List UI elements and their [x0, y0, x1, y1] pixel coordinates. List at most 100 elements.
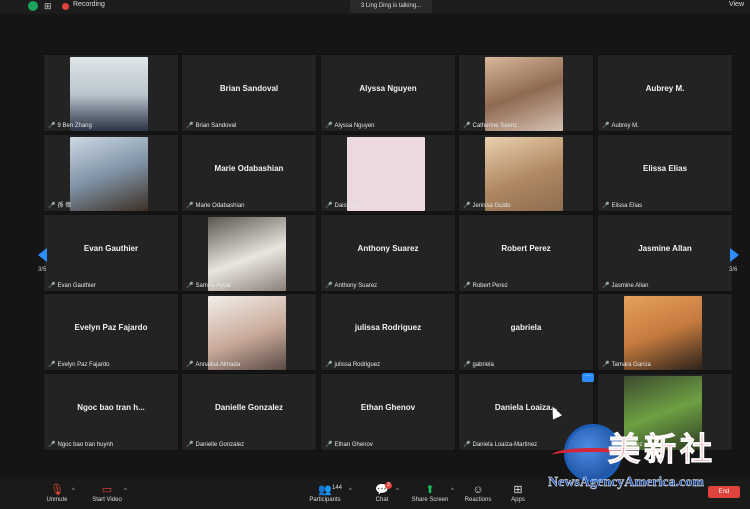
participant-tile[interactable]: Marie Odabashian 🎤 Marie Odabashian	[181, 134, 317, 212]
participant-label-text: Brian Sandoval	[195, 123, 237, 129]
muted-mic-icon: 🎤	[325, 123, 333, 129]
participant-label-text: Elissa Elias	[611, 203, 643, 209]
participant-label: 🎤 Tamara Garcia	[602, 361, 651, 368]
grid-view-icon[interactable]: ⊞	[44, 1, 52, 12]
participant-tile[interactable]: Evan Gauthier 🎤 Evan Gauthier	[43, 214, 179, 292]
participant-tile[interactable]: 🎤 Jenissa Guido	[458, 134, 594, 212]
participant-name: Aubrey M.	[645, 83, 685, 93]
muted-mic-icon: 🎤	[48, 203, 56, 209]
previous-page-arrow-icon[interactable]	[38, 248, 47, 262]
participant-label-text: Annalisa Almada	[195, 362, 241, 368]
video-options-chevron-icon[interactable]: ^	[124, 488, 127, 494]
audio-options-chevron-icon[interactable]: ^	[72, 488, 75, 494]
participant-name: Ngoc bao tran h...	[77, 402, 145, 412]
participant-video	[485, 57, 563, 131]
participant-label-text: Marie Odabashian	[195, 203, 245, 209]
participant-label-text: 9 Ben Zhang	[57, 123, 92, 129]
muted-mic-icon: 🎤	[602, 123, 610, 129]
muted-mic-icon: 🎤	[463, 283, 471, 289]
participant-label-text: Jenissa Guido	[472, 203, 511, 209]
muted-mic-icon: 🎤	[186, 123, 194, 129]
participant-label: 🎤 Marie Odabashian	[186, 202, 245, 209]
participant-tile[interactable]: 🎤 Daisy Ayala	[320, 134, 456, 212]
participant-label-text: Jasmine Allan	[611, 283, 649, 289]
chat-unread-badge: 2	[385, 482, 392, 489]
page-indicator-left: 3/5	[38, 267, 47, 273]
participant-label-text: Ngoc bao tran huynh	[57, 442, 114, 448]
participant-video	[347, 137, 425, 211]
participant-tile[interactable]: Anthony Suarez 🎤 Anthony Suarez	[320, 214, 456, 292]
participant-label: 🎤 Elissa Elias	[602, 202, 642, 209]
participant-label: 🎤 Samira Ayyat	[186, 282, 231, 289]
share-chevron-icon[interactable]: ^	[451, 488, 454, 494]
participant-tile[interactable]: gabriela 🎤 gabriela	[458, 293, 594, 371]
participant-label: 🎤 Alyssa Nguyen	[325, 122, 375, 129]
muted-mic-icon: 🎤	[48, 123, 56, 129]
participant-tile[interactable]: 🎤 孫 偉	[43, 134, 179, 212]
start-video-button[interactable]: ▭ Start Video	[88, 484, 126, 503]
muted-mic-icon: 🎤	[463, 203, 471, 209]
muted-mic-icon: 🎤	[325, 362, 333, 368]
participant-label-text: 孫 偉	[57, 203, 72, 209]
muted-mic-icon: 🎤	[186, 442, 194, 448]
video-off-icon: ▭	[101, 484, 113, 496]
participant-label: 🎤 Annalisa Almada	[186, 361, 240, 368]
muted-mic-icon: 🎤	[48, 362, 56, 368]
participant-name: Evelyn Paz Fajardo	[74, 322, 148, 332]
participant-label: 🎤 Evan Gauthier	[48, 282, 96, 289]
muted-mic-icon: 🎤	[325, 203, 333, 209]
participant-tile[interactable]: Jasmine Allan 🎤 Jasmine Allan	[597, 214, 733, 292]
participant-video	[70, 57, 148, 131]
participant-tile[interactable]: Aubrey M. 🎤 Aubrey M.	[597, 54, 733, 132]
view-button[interactable]: View	[729, 1, 744, 8]
participant-label-text: Tamara Garcia	[611, 362, 651, 368]
participant-tile[interactable]: 🎤 Catherine Saenz	[458, 54, 594, 132]
participant-tile[interactable]: Robert Perez 🎤 Robert Perez	[458, 214, 594, 292]
participant-label-text: julissa Rodriguez	[334, 362, 381, 368]
apps-button[interactable]: ⊞ Apps	[506, 484, 530, 503]
participant-label: 🎤 Jasmine Allan	[602, 282, 649, 289]
participant-name: Alyssa Nguyen	[359, 83, 417, 93]
participant-label-text: Samira Ayyat	[195, 283, 231, 289]
participant-tile[interactable]: 🎤 9 Ben Zhang	[43, 54, 179, 132]
participant-name: Daniela Loaiza...	[494, 402, 558, 412]
muted-mic-icon: 🎤	[602, 362, 610, 368]
participant-tile[interactable]: Ethan Ghenov 🎤 Ethan Ghenov	[320, 373, 456, 451]
participant-label: 🎤 Catherine Saenz	[463, 122, 517, 129]
reactions-button[interactable]: ☺ Reactions	[462, 484, 494, 503]
participant-tile[interactable]: Brian Sandoval 🎤 Brian Sandoval	[181, 54, 317, 132]
participant-label: 🎤 gabriela	[463, 361, 494, 368]
next-page-arrow-icon[interactable]	[730, 248, 739, 262]
participant-tile[interactable]: 🎤 Samira Ayyat	[181, 214, 317, 292]
muted-mic-icon: 🎤	[48, 442, 56, 448]
participant-label: 🎤 Daisy Ayala	[325, 202, 366, 209]
more-options-button[interactable]: ···	[582, 373, 594, 382]
participant-name: gabriela	[510, 322, 542, 332]
participant-tile[interactable]: 🎤 Annalisa Almada	[181, 293, 317, 371]
participant-name: Danielle Gonzalez	[214, 402, 284, 412]
muted-mic-icon: 🎤	[186, 362, 194, 368]
participants-chevron-icon[interactable]: ^	[349, 488, 352, 494]
participant-label-text: Robert Perez	[472, 283, 508, 289]
security-shield-icon[interactable]	[28, 1, 38, 11]
recording-dot-icon	[62, 3, 69, 10]
chat-chevron-icon[interactable]: ^	[396, 488, 399, 494]
unmute-button[interactable]: 🎙 Unmute	[42, 484, 72, 503]
share-screen-label: Share Screen	[411, 497, 449, 503]
participant-tile[interactable]: Ngoc bao tran h... 🎤 Ngoc bao tran huynh	[43, 373, 179, 451]
participant-video	[208, 296, 286, 370]
muted-mic-icon: 🎤	[463, 362, 471, 368]
share-screen-button[interactable]: ⬆ Share Screen	[410, 484, 450, 503]
participant-tile[interactable]: Danielle Gonzalez 🎤 Danielle Gonzalez	[181, 373, 317, 451]
participant-label-text: Danielle Gonzalez	[195, 442, 245, 448]
participants-count: 144	[332, 485, 343, 491]
participant-label-text: Daisy Ayala	[334, 203, 366, 209]
start-video-label: Start Video	[92, 497, 122, 503]
participant-tile[interactable]: Evelyn Paz Fajardo 🎤 Evelyn Paz Fajardo	[43, 293, 179, 371]
participant-tile[interactable]: Elissa Elias 🎤 Elissa Elias	[597, 134, 733, 212]
participant-name: Robert Perez	[501, 243, 551, 253]
participant-tile[interactable]: 🎤 Tamara Garcia	[597, 293, 733, 371]
participant-tile[interactable]: Alyssa Nguyen 🎤 Alyssa Nguyen	[320, 54, 456, 132]
participant-name: Brian Sandoval	[219, 83, 279, 93]
participant-tile[interactable]: julissa Rodriguez 🎤 julissa Rodriguez	[320, 293, 456, 371]
